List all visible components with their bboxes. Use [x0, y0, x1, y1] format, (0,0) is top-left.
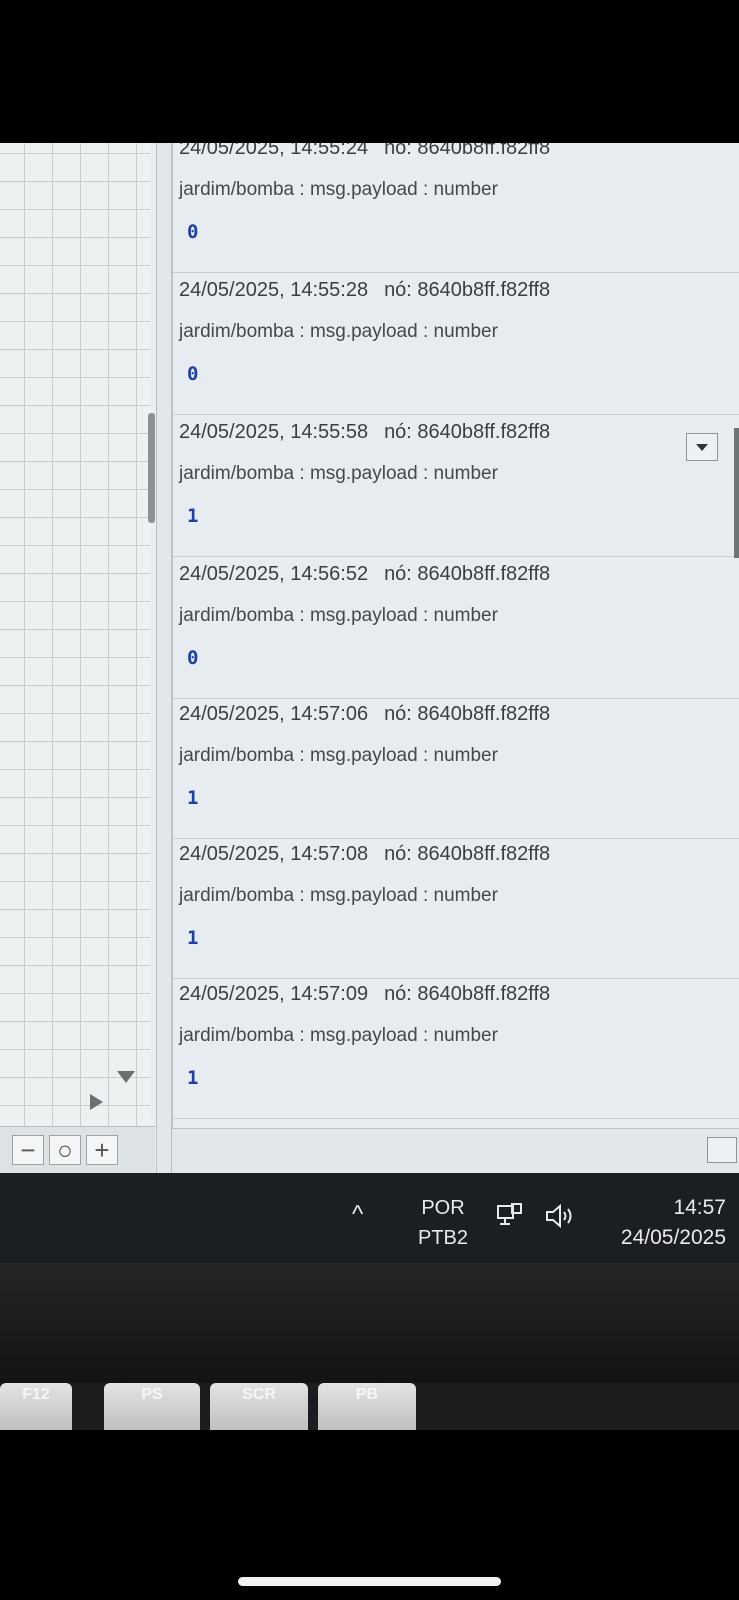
- message-topic: jardim/bomba : msg.payload : number: [179, 321, 498, 342]
- key-print-screen: PS: [104, 1383, 200, 1430]
- workspace-scrollbar[interactable]: [148, 413, 155, 523]
- message-payload-value[interactable]: 0: [187, 221, 198, 243]
- chevron-up-icon[interactable]: ^: [352, 1201, 363, 1229]
- caret-down-icon: [696, 444, 708, 451]
- volume-icon[interactable]: [545, 1203, 577, 1229]
- message-topic: jardim/bomba : msg.payload : number: [179, 885, 498, 906]
- message-timestamp: 24/05/2025, 14:57:06: [179, 703, 369, 725]
- physical-keyboard: F12 PS SCR PB: [0, 1383, 739, 1430]
- message-node-id[interactable]: nó: 8640b8ff.f82ff8: [384, 143, 550, 159]
- message-payload-value[interactable]: 0: [187, 647, 198, 669]
- message-node-id[interactable]: nó: 8640b8ff.f82ff8: [384, 703, 550, 725]
- zoom-reset-button[interactable]: ○: [49, 1135, 81, 1165]
- message-topic: jardim/bomba : msg.payload : number: [179, 463, 498, 484]
- home-indicator[interactable]: [238, 1577, 501, 1586]
- message-topic: jardim/bomba : msg.payload : number: [179, 745, 498, 766]
- message-node-id[interactable]: nó: 8640b8ff.f82ff8: [384, 983, 550, 1005]
- message-meta: 24/05/2025, 14:56:52 nó: 8640b8ff.f82ff8: [179, 563, 550, 586]
- debug-message-list: 24/05/2025, 14:55:24 nó: 8640b8ff.f82ff8 …: [172, 143, 739, 1128]
- message-timestamp: 24/05/2025, 14:56:52: [179, 563, 369, 585]
- scroll-right-arrow-icon[interactable]: [90, 1094, 103, 1110]
- key-scroll-lock: SCR: [210, 1383, 308, 1430]
- zoom-out-button[interactable]: −: [12, 1135, 44, 1165]
- message-meta: 24/05/2025, 14:57:08 nó: 8640b8ff.f82ff8: [179, 843, 550, 866]
- flow-workspace-grid[interactable]: [0, 143, 150, 1133]
- message-timestamp: 24/05/2025, 14:55:28: [179, 279, 369, 301]
- message-topic: jardim/bomba : msg.payload : number: [179, 179, 498, 200]
- debug-panel-scrollbar[interactable]: [734, 428, 739, 558]
- message-timestamp: 24/05/2025, 14:57:08: [179, 843, 369, 865]
- message-meta: 24/05/2025, 14:55:58 nó: 8640b8ff.f82ff8: [179, 421, 550, 444]
- message-timestamp: 24/05/2025, 14:55:58: [179, 421, 369, 443]
- message-timestamp: 24/05/2025, 14:57:09: [179, 983, 369, 1005]
- debug-message: 24/05/2025, 14:57:08 nó: 8640b8ff.f82ff8 …: [173, 839, 739, 979]
- scroll-down-arrow-icon[interactable]: [117, 1071, 135, 1083]
- network-icon[interactable]: [497, 1203, 523, 1227]
- message-meta: 24/05/2025, 14:55:24 nó: 8640b8ff.f82ff8: [179, 143, 550, 160]
- clock-date: 24/05/2025: [620, 1226, 726, 1249]
- keyboard-layout: PTB2: [418, 1227, 469, 1249]
- message-payload-value[interactable]: 1: [187, 787, 198, 809]
- debug-message: 24/05/2025, 14:56:52 nó: 8640b8ff.f82ff8 …: [173, 559, 739, 699]
- monitor-bezel: [0, 1263, 739, 1383]
- zoom-controls: − ○ +: [0, 1126, 155, 1173]
- message-meta: 24/05/2025, 14:57:09 nó: 8640b8ff.f82ff8: [179, 983, 550, 1006]
- message-payload-value[interactable]: 1: [187, 1067, 198, 1089]
- message-payload-value[interactable]: 1: [187, 505, 198, 527]
- windows-taskbar: ^ POR PTB2 14:57 24/05/2025: [0, 1173, 739, 1263]
- debug-panel-footer: [172, 1128, 739, 1173]
- debug-message: 24/05/2025, 14:57:06 nó: 8640b8ff.f82ff8 …: [173, 699, 739, 839]
- message-node-id[interactable]: nó: 8640b8ff.f82ff8: [384, 279, 550, 301]
- message-payload-value[interactable]: 1: [187, 927, 198, 949]
- debug-message: 24/05/2025, 14:55:58 nó: 8640b8ff.f82ff8 …: [173, 417, 739, 557]
- node-red-editor: − ○ + 24/05/2025, 14:55:24 nó: 8640b8ff.f…: [0, 143, 739, 1173]
- message-timestamp: 24/05/2025, 14:55:24: [179, 143, 369, 159]
- message-node-id[interactable]: nó: 8640b8ff.f82ff8: [384, 563, 550, 585]
- key-f12: F12: [0, 1383, 72, 1430]
- message-meta: 24/05/2025, 14:55:28 nó: 8640b8ff.f82ff8: [179, 279, 550, 302]
- message-topic: jardim/bomba : msg.payload : number: [179, 605, 498, 626]
- system-clock[interactable]: 14:57 24/05/2025: [596, 1193, 726, 1253]
- message-meta: 24/05/2025, 14:57:06 nó: 8640b8ff.f82ff8: [179, 703, 550, 726]
- message-node-id[interactable]: nó: 8640b8ff.f82ff8: [384, 843, 550, 865]
- sidebar-separator[interactable]: [156, 143, 172, 1173]
- top-black-area: [0, 0, 739, 143]
- language-code: POR: [421, 1197, 465, 1219]
- clock-time: 14:57: [673, 1196, 726, 1219]
- debug-message: 24/05/2025, 14:57:09 nó: 8640b8ff.f82ff8 …: [173, 979, 739, 1119]
- message-node-id[interactable]: nó: 8640b8ff.f82ff8: [384, 421, 550, 443]
- message-options-button[interactable]: [686, 433, 718, 461]
- message-payload-value[interactable]: 0: [187, 363, 198, 385]
- zoom-in-button[interactable]: +: [86, 1135, 118, 1165]
- debug-message: 24/05/2025, 14:55:24 nó: 8640b8ff.f82ff8 …: [173, 143, 739, 273]
- debug-message: 24/05/2025, 14:55:28 nó: 8640b8ff.f82ff8 …: [173, 275, 739, 415]
- key-pause-break: PB: [318, 1383, 416, 1430]
- input-language-indicator[interactable]: POR PTB2: [418, 1193, 468, 1253]
- message-topic: jardim/bomba : msg.payload : number: [179, 1025, 498, 1046]
- open-window-icon[interactable]: [707, 1137, 737, 1163]
